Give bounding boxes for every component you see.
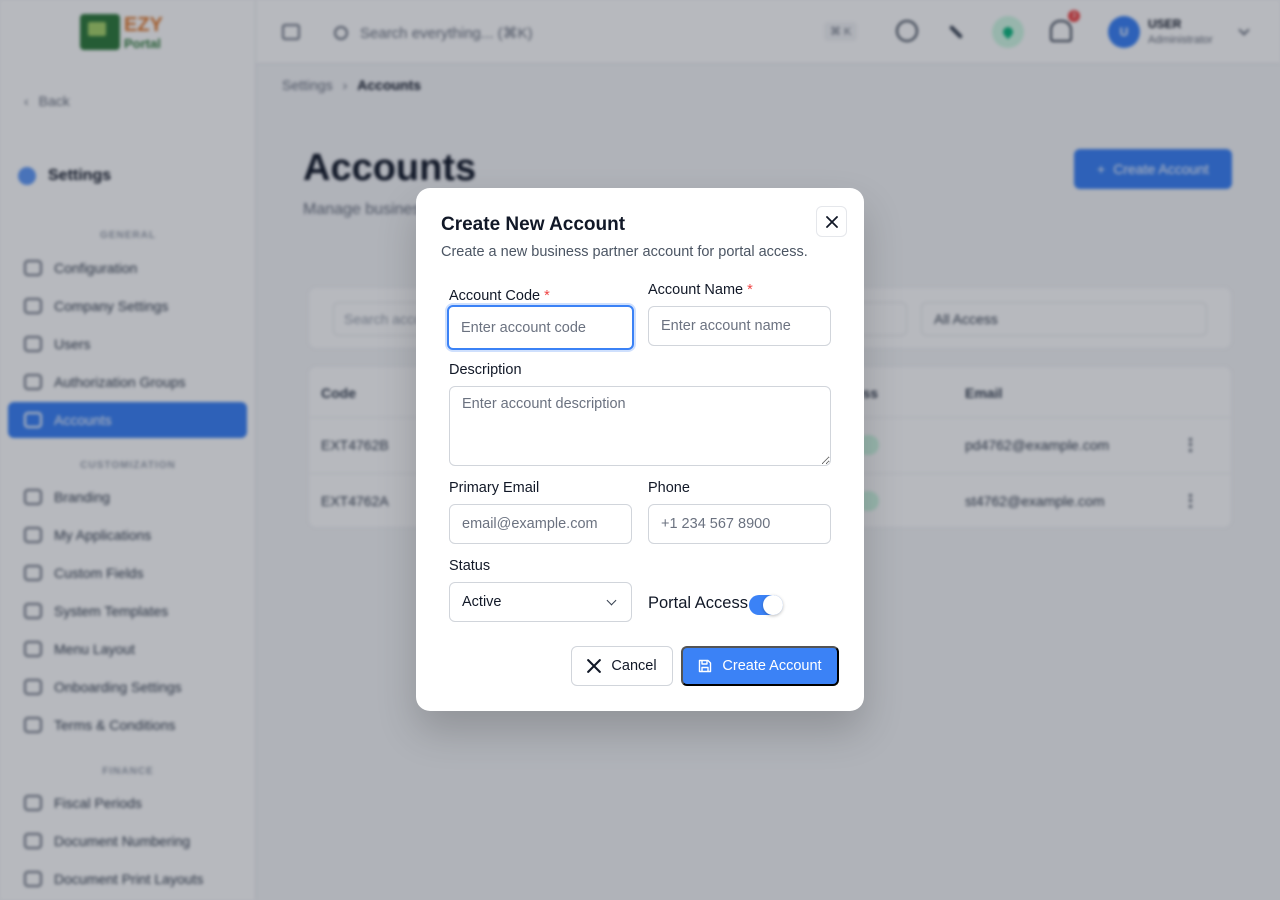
status-label: Status bbox=[449, 558, 491, 574]
status-select[interactable]: Active bbox=[449, 582, 632, 622]
toggle-knob bbox=[763, 595, 783, 615]
description-label: Description bbox=[449, 362, 522, 378]
close-icon bbox=[825, 215, 838, 228]
status-select-value: Active bbox=[462, 594, 502, 610]
chevron-down-icon bbox=[606, 595, 617, 605]
phone-label: Phone bbox=[648, 480, 690, 496]
create-account-submit-button[interactable]: Create Account bbox=[681, 646, 839, 686]
close-icon bbox=[587, 659, 602, 673]
account-name-label: Account Name * bbox=[648, 282, 753, 298]
email-field[interactable] bbox=[449, 504, 632, 544]
cancel-button[interactable]: Cancel bbox=[571, 646, 673, 686]
required-mark: * bbox=[747, 282, 753, 298]
portal-access-toggle[interactable] bbox=[749, 595, 783, 615]
description-textarea[interactable] bbox=[449, 386, 831, 466]
account-code-label: Account Code * bbox=[449, 288, 550, 304]
save-icon bbox=[699, 659, 712, 673]
account-code-input[interactable] bbox=[447, 305, 634, 350]
dialog-title: Create New Account bbox=[441, 214, 626, 235]
close-button[interactable] bbox=[816, 206, 847, 237]
dialog-description: Create a new business partner account fo… bbox=[441, 244, 808, 260]
create-account-dialog: Create New Account Create a new business… bbox=[416, 188, 864, 711]
primary-email-label: Primary Email bbox=[449, 480, 540, 496]
required-mark: * bbox=[544, 288, 550, 304]
account-name-input[interactable] bbox=[648, 306, 831, 346]
phone-field[interactable] bbox=[648, 504, 831, 544]
portal-access-label: Portal Access bbox=[648, 594, 748, 612]
